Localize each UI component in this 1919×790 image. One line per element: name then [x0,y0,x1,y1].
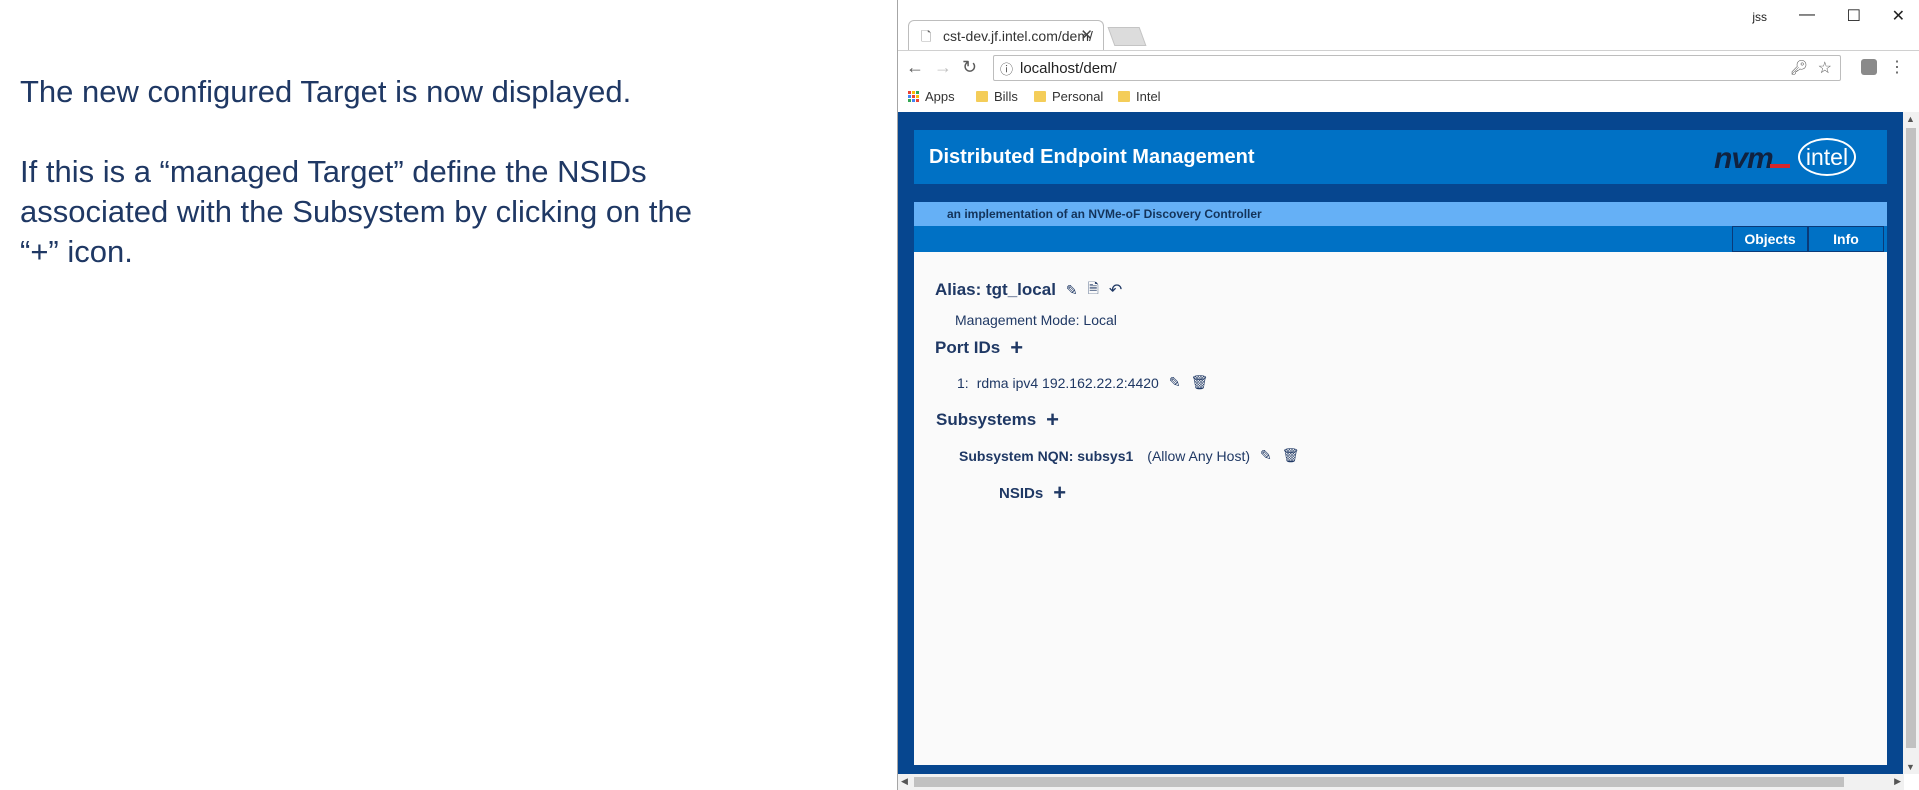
vertical-scroll-thumb[interactable] [1906,128,1916,748]
scroll-left-icon[interactable]: ◀ [901,776,908,787]
nsids-heading: NSIDs [999,484,1044,502]
subsystems-row: Subsystems + [936,409,1059,431]
port-index: 1: [957,374,969,391]
address-bar[interactable]: ⓘ localhost/dem/ 🔑︎ ☆ [993,55,1841,81]
tab-close-icon[interactable]: ✕ [1080,26,1093,44]
nav-objects-button[interactable]: Objects [1732,226,1808,252]
folder-icon [976,91,988,102]
nav-info-button[interactable]: Info [1808,226,1884,252]
intel-logo-text: intel [1805,144,1849,170]
minimize-button[interactable]: — [1799,6,1815,24]
app-subtitle: an implementation of an NVMe-oF Discover… [947,207,1262,221]
edit-pencil-icon[interactable]: ✎ [1260,447,1272,464]
folder-icon [1034,91,1046,102]
subsystem-note: (Allow Any Host) [1147,447,1250,464]
bookmark-intel[interactable]: Intel [1118,89,1161,104]
port-item: 1: rdma ipv4 192.162.22.2:4420 ✎ 🗑︎ [957,374,1208,391]
management-mode: Management Mode: Local [955,312,1117,328]
apps-grid-icon [908,91,919,102]
app-banner: Distributed Endpoint Management nvm inte… [914,130,1887,184]
horizontal-scrollbar[interactable]: ◀ ▶ [898,774,1904,790]
slide-caption: The new configured Target is now display… [20,72,860,272]
horizontal-scroll-thumb[interactable] [914,777,1844,787]
add-subsystem-plus-icon[interactable]: + [1046,409,1059,431]
tab-title: cst-dev.jf.intel.com/dem/ [943,28,1093,44]
bookmark-star-icon[interactable]: ☆ [1818,58,1832,78]
caption-line-3: associated with the Subsystem by clickin… [20,194,693,229]
subsystem-nqn: Subsystem NQN: subsys1 [959,447,1134,464]
trash-icon[interactable]: 🗑︎ [1282,447,1300,464]
maximize-button[interactable]: ☐ [1847,6,1861,26]
bookmark-label: Intel [1136,89,1161,104]
bookmark-label: Bills [994,89,1018,104]
intel-logo: intel [1798,138,1856,176]
extension-icon[interactable] [1861,59,1877,75]
alias-row: Alias: tgt_local ✎ 🗎 ↶ [935,278,1122,302]
page-icon: 🗋 [921,29,932,44]
caption-line-2: If this is a “managed Target” define the… [20,154,647,189]
edit-pencil-icon[interactable]: ✎ [1169,374,1181,391]
reload-icon[interactable]: ↻ [962,57,977,78]
document-icon[interactable]: 🗎 [1088,278,1099,302]
bookmark-bills[interactable]: Bills [976,89,1018,104]
menu-kebab-icon[interactable]: ⋮ [1889,57,1905,77]
browser-tab[interactable]: 🗋 cst-dev.jf.intel.com/dem/ ✕ [908,20,1104,50]
port-ids-heading: Port IDs [935,338,1001,357]
browser-toolbar: ← → ↻ ⓘ localhost/dem/ 🔑︎ ☆ ⋮ [898,50,1919,85]
bookmark-personal[interactable]: Personal [1034,89,1103,104]
url-text: localhost/dem/ [1020,60,1117,77]
target-details-panel: Alias: tgt_local ✎ 🗎 ↶ Management Mode: … [914,252,1887,765]
subsystems-heading: Subsystems [936,410,1037,429]
new-tab-button[interactable] [1107,27,1147,46]
port-ids-row: Port IDs + [935,337,1023,359]
forward-arrow-icon[interactable]: → [934,57,952,78]
subsystem-item: Subsystem NQN: subsys1 (Allow Any Host) … [959,447,1300,464]
add-nsid-plus-icon[interactable]: + [1053,482,1066,504]
back-arrow-icon[interactable]: ← [906,57,924,78]
title-bar: 🗋 cst-dev.jf.intel.com/dem/ ✕ jss — ☐ ✕ [898,0,1919,50]
trash-icon[interactable]: 🗑︎ [1191,374,1209,391]
subtitle-bar: an implementation of an NVMe-oF Discover… [914,202,1887,226]
port-value: rdma ipv4 192.162.22.2:4420 [976,374,1159,391]
undo-arrow-icon[interactable]: ↶ [1109,280,1122,300]
bookmark-apps[interactable]: Apps [908,89,955,104]
bookmark-label: Apps [925,89,955,104]
scroll-down-icon[interactable]: ▼ [1906,762,1915,772]
scroll-up-icon[interactable]: ▲ [1906,114,1915,124]
nvm-logo-text: nvm [1714,142,1774,175]
edit-pencil-icon[interactable]: ✎ [1066,282,1078,299]
caption-line-1: The new configured Target is now display… [20,74,632,109]
nsids-row: NSIDs + [999,482,1066,504]
nvm-express-logo: nvm [1714,142,1790,176]
vertical-scrollbar[interactable]: ▲ ▼ [1903,112,1919,774]
bookmarks-bar: Apps Bills Personal Intel [898,85,1919,110]
user-profile-badge[interactable]: jss [1752,10,1767,24]
info-icon[interactable]: ⓘ [1000,59,1013,78]
scroll-right-icon[interactable]: ▶ [1894,776,1901,787]
browser-window: 🗋 cst-dev.jf.intel.com/dem/ ✕ jss — ☐ ✕ … [897,0,1919,790]
app-title: Distributed Endpoint Management [929,146,1255,168]
add-port-plus-icon[interactable]: + [1010,337,1023,359]
bookmark-label: Personal [1052,89,1104,104]
nvm-logo-accent [1770,164,1790,168]
caption-line-4: “+” icon. [20,234,133,269]
mode-row: Management Mode: Local [955,312,1117,328]
key-icon[interactable]: 🔑︎ [1790,59,1808,76]
close-window-button[interactable]: ✕ [1892,6,1905,26]
folder-icon [1118,91,1130,102]
target-alias: Alias: tgt_local [935,280,1056,299]
page-viewport: Distributed Endpoint Management nvm inte… [898,112,1904,774]
app-nav-bar: Objects Info [914,226,1887,252]
